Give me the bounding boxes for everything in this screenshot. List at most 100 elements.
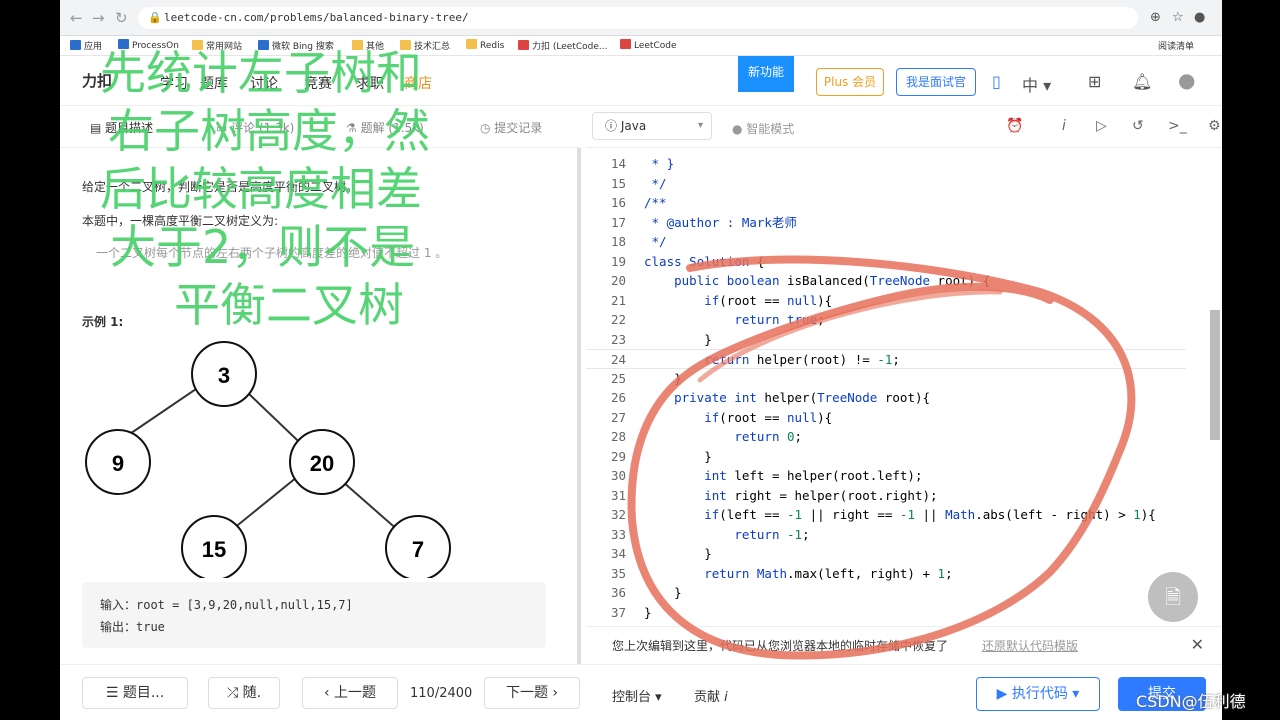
tree-node: 9 [85,429,151,495]
code-text: return Math.max(left, right) + 1; [704,565,953,581]
chevron-down-icon: ▾ [697,120,703,131]
leetcode-icon [620,39,631,49]
code-line: 17 * @author : Mark老师 [586,213,1186,233]
new-feature-button[interactable]: 新功能 [738,56,794,92]
svg-text:7: 7 [412,537,424,562]
code-line: 25 } [586,369,1186,389]
code-line: 19 class Solution { [586,252,1186,272]
bookmark-leetcode[interactable]: LeetCode [620,39,677,51]
code-line: 31 int right = helper(root.right); [586,486,1186,506]
lock-icon: 🔒 [148,11,162,24]
address-bar[interactable]: 🔒 leetcode-cn.com/problems/balanced-bina… [138,7,1138,29]
plus-member-button[interactable]: Plus 会员 [816,68,884,96]
interviewer-button[interactable]: 我是面试官 [896,68,976,96]
annotation-line: 大于2，则不是 [110,220,416,274]
smart-mode-toggle[interactable]: ● 智能模式 [732,120,794,137]
code-line: 37} [586,603,1186,623]
avatar[interactable]: ● [1178,68,1195,92]
run-icon[interactable]: ▷ [1096,118,1107,134]
save-button[interactable]: 🗎︎ [1148,572,1198,622]
code-text: * @author : Mark老师 [644,214,797,230]
code-text: int left = helper(root.left); [704,468,923,483]
code-line: 28 return 0; [586,427,1186,447]
code-text: private int helper(TreeNode root){ [674,390,931,405]
line-number: 31 [610,487,626,503]
zoom-icon[interactable]: ⊕ [1150,10,1161,25]
line-number: 27 [610,409,626,425]
back-icon[interactable]: ← [70,9,83,27]
code-text: */ [644,175,667,191]
info-icon[interactable]: i [1062,118,1066,134]
url-text: leetcode-cn.com/problems/balanced-binary… [164,11,469,24]
annotation-text: 先统计左子树和 右子树高度，然 后比较高度相差 大于2，则不是 平衡二叉树 [100,44,620,334]
bell-icon[interactable]: 🔔︎ [1132,72,1152,91]
next-problem-button[interactable]: 下一题 › [484,677,580,709]
code-text: if(root == null){ [704,292,833,308]
svg-text:3: 3 [218,363,230,388]
annotation-line: 平衡二叉树 [174,278,404,332]
code-text: class Solution { [644,253,765,269]
code-line: 32 if(left == -1 || right == -1 || Math.… [586,505,1186,525]
line-number: 37 [610,604,626,620]
terminal-icon[interactable]: >_ [1168,118,1187,134]
code-text: return -1; [734,526,810,542]
playground-icon[interactable]: ⊞ [1088,72,1101,91]
example-output: 输出：true [100,620,165,634]
console-toggle[interactable]: 控制台 ▾ [612,686,662,705]
annotation-line: 后比较高度相差 [100,162,422,216]
code-text: } [644,331,712,347]
restore-default-link[interactable]: 还原默认代码模版 [982,637,1078,654]
line-number: 33 [610,526,626,542]
reload-icon[interactable]: ↻ [115,9,128,27]
bookmark-apps[interactable]: 应用 [70,39,102,52]
code-text: return true; [734,312,825,327]
editor-scrollbar[interactable] [1210,310,1220,440]
code-line: 18 */ [586,232,1186,252]
line-number: 34 [610,546,626,561]
editor-toolbar: ⓘ Java ▾ ● 智能模式 ⏰ i ▷ ↺ >_ ⚙ [586,106,1222,148]
code-text: * } [644,156,675,171]
code-line: 16/** [586,193,1186,213]
random-button[interactable]: ⤮ 随. [208,677,280,709]
code-editor[interactable]: 14 * } 15 */16/** 17 * @author : Mark老师 18 … [586,148,1208,620]
line-number: 25 [610,370,626,386]
problem-counter: 110/2400 [410,686,473,701]
code-line: 21 if(root == null){ [586,291,1186,311]
run-code-button[interactable]: ▶ 执行代码 ▾ [976,677,1100,711]
problem-list-button[interactable]: ☰ 题目... [82,677,188,709]
line-number: 24 [610,352,626,367]
apps-icon [70,40,81,50]
annotation-line: 先统计左子树和 [100,46,422,100]
timer-icon[interactable]: ⏰ [1006,118,1023,134]
line-number: 36 [610,585,626,600]
code-text: if(root == null){ [704,409,833,425]
code-line: 36 } [586,583,1186,603]
code-text: if(left == -1 || right == -1 || Math.abs… [704,507,1156,522]
code-text: public boolean isBalanced(TreeNode root)… [674,273,991,288]
contribute-button[interactable]: 贡献 i [694,686,728,705]
code-text: /** [644,195,667,210]
mobile-icon[interactable]: ▯ [992,72,1001,91]
star-icon[interactable]: ☆ [1172,10,1184,25]
language-switch[interactable]: 中 ▾ [1022,72,1051,96]
svg-text:20: 20 [310,451,334,476]
prev-problem-button[interactable]: ‹ 上一题 [302,677,398,709]
tree-node: 3 [191,341,257,407]
code-line: 30 int left = helper(root.left); [586,466,1186,486]
settings-icon[interactable]: ⚙ [1208,118,1221,134]
close-icon[interactable]: ✕ [1191,635,1204,654]
code-line: 27 if(root == null){ [586,408,1186,428]
browser-toolbar: ← → ↻ 🔒 leetcode-cn.com/problems/balance… [60,0,1222,36]
reset-icon[interactable]: ↺ [1132,118,1144,134]
code-line: 29 } [586,447,1186,467]
annotation-line: 右子树高度，然 [108,104,430,158]
code-text: } [644,546,712,561]
code-line: 23 } [586,330,1186,350]
profile-icon[interactable]: ● [1194,10,1205,25]
reading-list[interactable]: 阅读清单 [1158,39,1194,52]
code-text: } [644,585,682,600]
code-text: return helper(root) != -1; [704,352,900,367]
code-line: 35 return Math.max(left, right) + 1; [586,564,1186,584]
forward-icon[interactable]: → [92,9,105,27]
code-text: } [644,370,682,386]
